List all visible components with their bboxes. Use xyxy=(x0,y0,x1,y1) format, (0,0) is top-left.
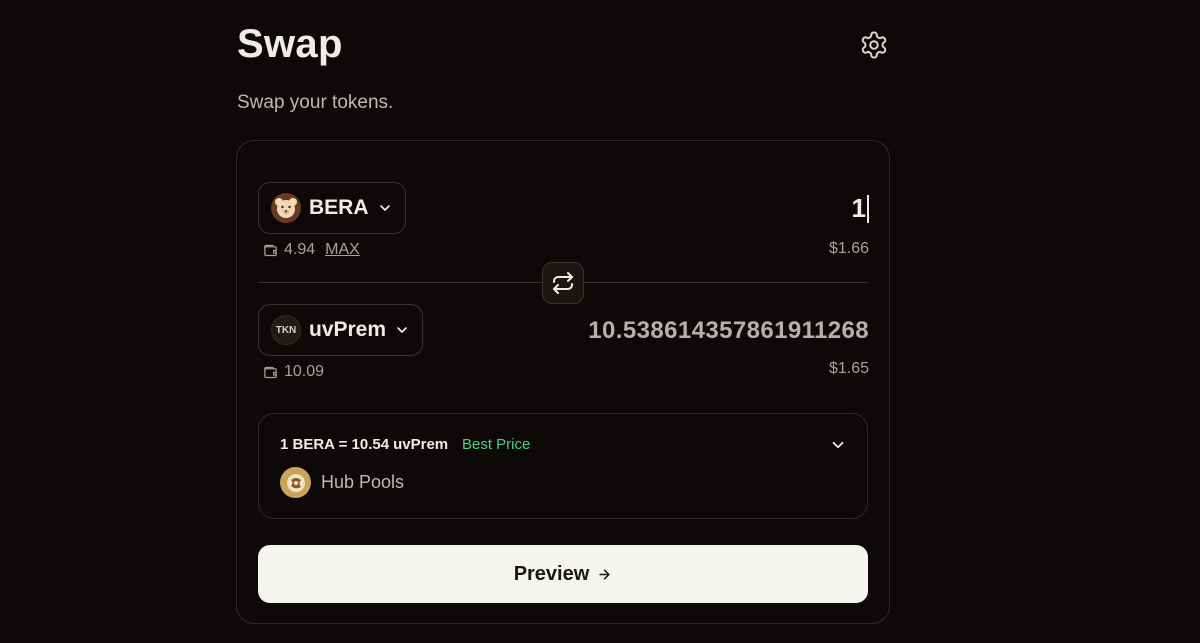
hub-pools-icon xyxy=(280,467,311,498)
from-token-selector[interactable]: BERA xyxy=(258,182,406,234)
swap-page: Swap Swap your tokens. BERA 4.94 MAX 1 $… xyxy=(0,0,1200,643)
bera-token-icon xyxy=(271,193,301,223)
arrow-right-icon xyxy=(599,568,610,580)
to-usd-value: $1.65 xyxy=(828,360,869,377)
generic-token-icon: TKN xyxy=(271,315,301,345)
chevron-down-icon xyxy=(379,205,390,211)
text-caret xyxy=(867,194,869,223)
pool-info: Hub Pools xyxy=(280,467,404,498)
swap-arrows-icon xyxy=(553,272,573,294)
from-balance: 4.94 MAX xyxy=(263,241,360,259)
from-amount-input[interactable]: 1 xyxy=(852,193,869,224)
to-token-symbol: uvPrem xyxy=(309,318,387,341)
pool-name: Hub Pools xyxy=(321,472,405,492)
from-balance-value: 4.94 xyxy=(284,241,316,258)
exchange-rate: 1 BERA = 10.54 uvPrem xyxy=(280,436,448,453)
from-usd-value: $1.66 xyxy=(828,240,869,257)
max-button[interactable]: MAX xyxy=(325,241,360,259)
from-amount-value: 1 xyxy=(851,193,866,223)
best-price-badge: Best Price xyxy=(462,436,531,453)
to-balance: 10.09 xyxy=(263,363,324,381)
page-subtitle: Swap your tokens. xyxy=(237,92,394,113)
exchange-rate-right: uvPrem xyxy=(393,436,449,453)
chevron-down-icon xyxy=(397,327,407,333)
swap-card: BERA 4.94 MAX 1 $1.66 TKN uvPrem 10.09 1… xyxy=(236,140,890,624)
wallet-icon xyxy=(264,366,277,378)
preview-button-label: Preview xyxy=(513,562,590,585)
gear-icon xyxy=(861,31,887,59)
exchange-rate-left: 1 BERA = 10.54 xyxy=(280,436,390,453)
settings-button[interactable] xyxy=(858,29,890,61)
preview-button[interactable]: Preview xyxy=(258,545,868,603)
route-details[interactable]: 1 BERA = 10.54 uvPrem Best Price Hub Poo… xyxy=(258,413,868,519)
to-balance-value: 10.09 xyxy=(284,363,325,380)
switch-tokens-button[interactable] xyxy=(542,262,584,304)
chevron-down-icon[interactable] xyxy=(829,436,847,454)
from-token-symbol: BERA xyxy=(309,196,369,219)
to-token-selector[interactable]: TKN uvPrem xyxy=(258,304,424,356)
wallet-icon xyxy=(264,244,277,256)
to-amount-output: 10.538614357861911268 xyxy=(588,317,869,344)
page-title: Swap xyxy=(237,22,343,66)
